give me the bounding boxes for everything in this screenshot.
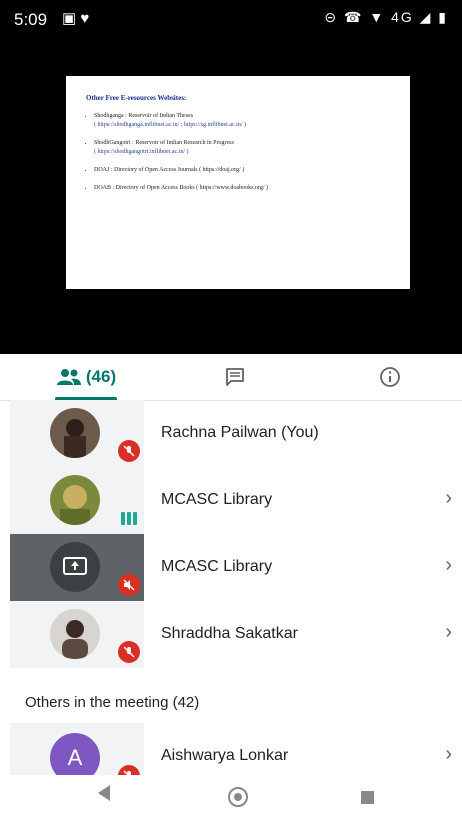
- chevron-right-icon[interactable]: ›: [445, 487, 452, 510]
- info-icon: [380, 367, 400, 387]
- mic-off-icon: [118, 641, 140, 663]
- recent-apps-icon[interactable]: [361, 791, 374, 804]
- slide-item-main: DOAJ : Directory of Open Access Journals…: [94, 167, 245, 173]
- participant-row[interactable]: MCASC Library ›: [10, 467, 462, 534]
- chevron-right-icon[interactable]: ›: [445, 554, 452, 577]
- participant-tile: [10, 467, 144, 534]
- slide-item: ShodhGangotri : Reservoir of Indian Rese…: [94, 139, 409, 157]
- slide-item-main: DOAB : Directory of Open Access Books ( …: [94, 185, 268, 191]
- navigation-bar: [0, 775, 462, 817]
- slide-item-main: Shodhganga : Reservoir of Indian Theses: [94, 113, 194, 119]
- participant-tile: [10, 534, 144, 601]
- meeting-tabs: (46): [0, 354, 462, 401]
- present-screen-avatar: [50, 542, 100, 592]
- tab-info[interactable]: [360, 354, 420, 400]
- participant-name: Rachna Pailwan (You): [161, 424, 319, 441]
- slide-item-link: ( https://shodhgangotri.inflibnet.ac.in/…: [94, 149, 189, 155]
- shared-screen-area[interactable]: Other Free E-resources Websites: Shodhga…: [0, 38, 462, 354]
- others-section-title: Others in the meeting (42): [25, 694, 200, 711]
- participant-name: MCASC Library: [161, 558, 273, 575]
- participant-list: Rachna Pailwan (You) MCASC Library › MCA…: [10, 400, 462, 668]
- status-time: 5:09: [14, 10, 48, 29]
- mic-off-icon: [118, 440, 140, 462]
- presentation-slide: Other Free E-resources Websites: Shodhga…: [66, 76, 410, 289]
- chevron-right-icon[interactable]: ›: [445, 743, 452, 766]
- system-status-icons: ⊝ ☎ ▼ 4G ◢ ▮: [324, 9, 448, 25]
- slide-list: Shodhganga : Reservoir of Indian Theses (…: [80, 112, 409, 202]
- participant-name: Aishwarya Lonkar: [161, 747, 289, 764]
- tab-chat[interactable]: [205, 354, 265, 400]
- status-bar: 5:09 ▣ ♥ ⊝ ☎ ▼ 4G ◢ ▮: [0, 0, 462, 38]
- participant-row[interactable]: Rachna Pailwan (You): [10, 400, 462, 467]
- back-icon[interactable]: [98, 785, 110, 801]
- slide-title: Other Free E-resources Websites:: [86, 94, 187, 102]
- participant-tile: [10, 601, 144, 668]
- avatar: [50, 609, 100, 659]
- slide-item-main: ShodhGangotri : Reservoir of Indian Rese…: [94, 140, 234, 146]
- participant-row[interactable]: Shraddha Sakatkar ›: [10, 601, 462, 668]
- slide-item: DOAB : Directory of Open Access Books ( …: [94, 184, 409, 193]
- participant-name: MCASC Library: [161, 491, 273, 508]
- people-count: (46): [85, 367, 117, 386]
- chevron-right-icon[interactable]: ›: [445, 621, 452, 644]
- people-icon: [56, 369, 81, 385]
- chat-icon: [226, 368, 244, 386]
- avatar: [50, 475, 100, 525]
- slide-item: Shodhganga : Reservoir of Indian Theses (…: [94, 112, 409, 130]
- participant-tile: [10, 400, 144, 467]
- tab-people[interactable]: (46): [30, 354, 142, 400]
- slide-item: DOAJ : Directory of Open Access Journals…: [94, 166, 409, 175]
- slide-item-link: ( https://shodhganga.inflibnet.ac.in/ ; …: [94, 122, 246, 128]
- home-icon[interactable]: [228, 787, 248, 807]
- volume-off-icon: [118, 574, 140, 596]
- speaking-indicator-icon: [118, 507, 140, 529]
- participant-row[interactable]: MCASC Library ›: [10, 534, 462, 601]
- notification-icons: ▣ ♥: [62, 10, 90, 27]
- avatar: [50, 408, 100, 458]
- participant-name: Shraddha Sakatkar: [161, 625, 298, 642]
